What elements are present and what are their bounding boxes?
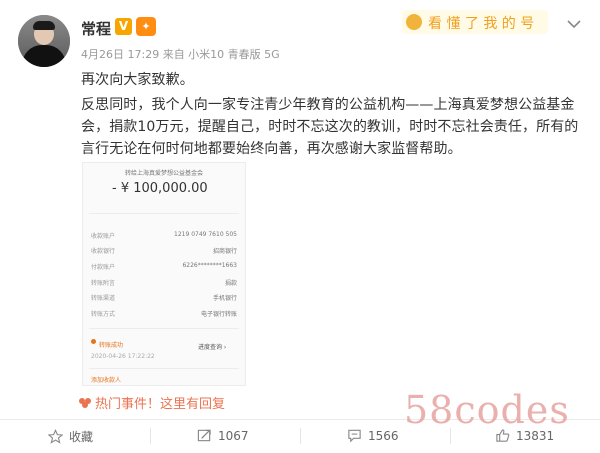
transfer-receipt-image[interactable]: 转给上海真爱梦想公益基金会 - ¥ 100,000.00 收款账户 1219 0… bbox=[82, 162, 246, 386]
post-text-line: 言行无论在何时何地都要始终向善，再次感谢大家监督帮助。 bbox=[81, 141, 462, 157]
receipt-time: 2020-04-26 17:22:22 bbox=[91, 353, 155, 360]
receipt-label: 付款账户 bbox=[91, 264, 116, 271]
receipt-value: 招商银行 bbox=[212, 248, 237, 255]
verified-badge-icon: V bbox=[115, 18, 132, 35]
status-dot-icon bbox=[91, 339, 96, 344]
hot-bubble-icon bbox=[79, 398, 91, 408]
receipt-value: 捐款 bbox=[224, 280, 237, 287]
footer-separator bbox=[300, 428, 301, 444]
receipt-value: 6226********1663 bbox=[182, 262, 237, 269]
avatar[interactable] bbox=[18, 15, 70, 67]
receipt-label: 转账渠道 bbox=[91, 295, 116, 302]
receipt-value: 电子银行转账 bbox=[200, 311, 237, 318]
post-text-line: 会，捐款10万元，提醒自己，时时不忘这次的教训，时时不忘社会责任，所有的 bbox=[81, 119, 579, 135]
receipt-value: 1219 0749 7610 505 bbox=[174, 231, 237, 238]
repost-count: 1067 bbox=[218, 429, 249, 443]
favorite-button[interactable]: 收藏 bbox=[47, 428, 94, 445]
receipt-header: 转给上海真爱梦想公益基金会 bbox=[124, 170, 203, 177]
username[interactable]: 常程 bbox=[81, 18, 111, 39]
repost-button[interactable]: 1067 bbox=[197, 428, 249, 443]
chevron-down-icon[interactable] bbox=[565, 15, 583, 33]
post-text-line: 反思同时，我个人向一家专注青少年教育的公益机构——上海真爱梦想公益基金 bbox=[81, 97, 575, 113]
decorative-sticker-icon: 看 懂 了 我 的 号 bbox=[402, 10, 548, 34]
receipt-label: 转账附言 bbox=[91, 280, 116, 287]
comment-button[interactable]: 1566 bbox=[347, 428, 399, 443]
hot-event-text: 热门事件！这里有回复 bbox=[95, 397, 226, 412]
watermark: 58codes bbox=[404, 388, 570, 432]
star-icon bbox=[47, 429, 64, 444]
svg-text:看 懂 了 我 的 号: 看 懂 了 我 的 号 bbox=[428, 16, 534, 32]
receipt-label: 收款账户 bbox=[91, 233, 116, 240]
favorite-label: 收藏 bbox=[69, 430, 94, 444]
footer-separator bbox=[150, 428, 151, 444]
member-level-icon: ✦ bbox=[136, 17, 156, 36]
progress-query-link: 进度查询 › bbox=[198, 344, 227, 351]
add-payee-link: 添加收款人 bbox=[91, 377, 122, 384]
comment-count: 1566 bbox=[368, 429, 399, 443]
receipt-status: 转账成功 bbox=[99, 342, 124, 349]
hot-event-link[interactable]: 热门事件！这里有回复 bbox=[78, 393, 225, 412]
receipt-label: 收款银行 bbox=[91, 248, 116, 255]
receipt-value: 手机银行 bbox=[212, 295, 237, 302]
post-meta: 4月26日 17:29 来自 小米10 青春版 5G bbox=[81, 48, 280, 61]
receipt-amount: - ¥ 100,000.00 bbox=[112, 181, 208, 196]
post-text-line: 再次向大家致歉。 bbox=[81, 72, 194, 88]
comment-icon bbox=[348, 429, 361, 443]
receipt-label: 转账方式 bbox=[91, 311, 116, 318]
repost-icon bbox=[197, 429, 211, 442]
